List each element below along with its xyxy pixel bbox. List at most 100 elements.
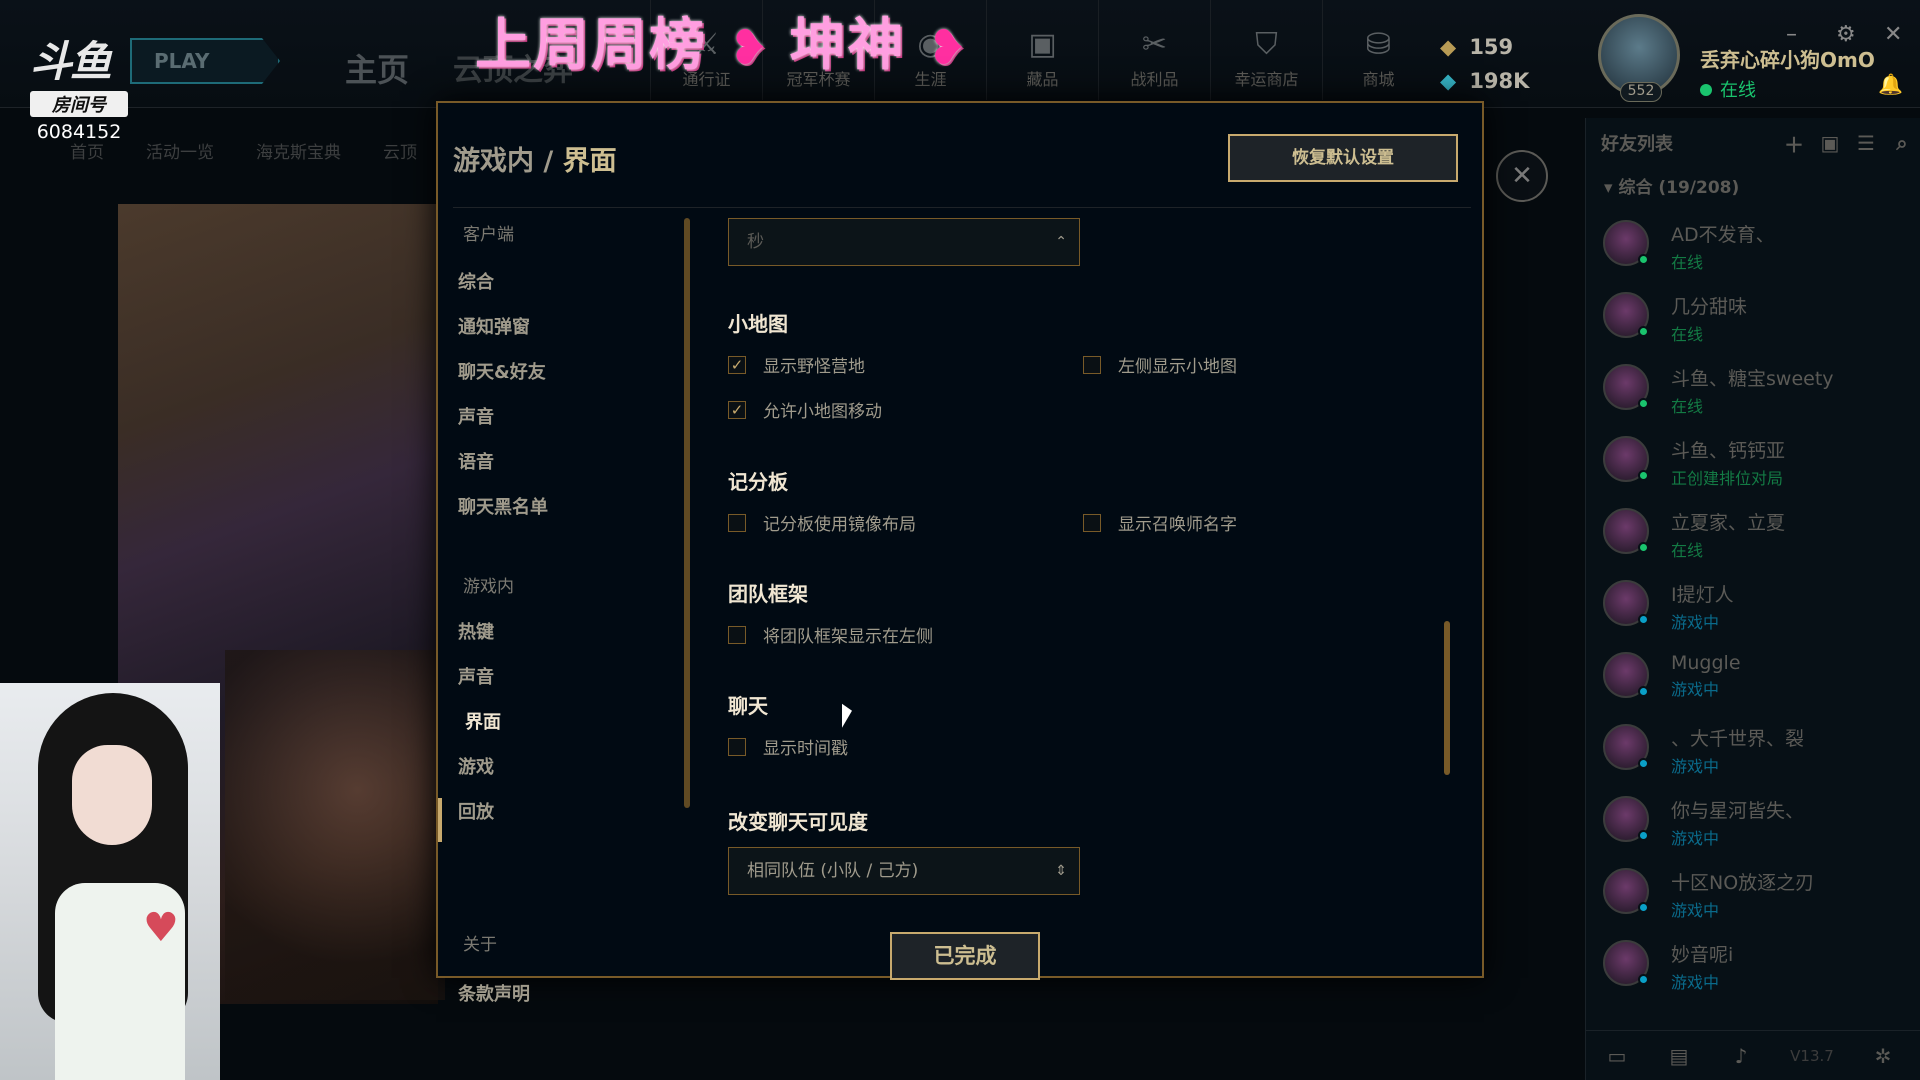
sidebar-item[interactable]: 回放 (458, 798, 494, 824)
checkbox-label: 允许小地图移动 (763, 402, 882, 422)
friend-list-item[interactable]: 妙音呢i 游戏中 (1586, 928, 1920, 1000)
sidebar-item[interactable]: 通知弹窗 (458, 313, 530, 339)
search-icon[interactable]: ⌕ (1884, 131, 1920, 155)
be-balance: ◆ 198K (1440, 64, 1529, 98)
show-timestamps-checkbox[interactable]: 显示时间戳 (728, 734, 848, 759)
team-frames-section-title: 团队框架 (728, 582, 808, 606)
minimize-icon[interactable]: – (1786, 22, 1797, 47)
dropdown-value: 秒 (747, 232, 764, 252)
sidebar-scrollbar[interactable] (684, 218, 690, 808)
nav-lucky-shop-button[interactable]: ⛉ 幸运商店 (1210, 0, 1322, 100)
friend-status: 游戏中 (1671, 973, 1720, 992)
minimap-left-checkbox[interactable]: 左侧显示小地图 (1083, 352, 1237, 377)
friend-list-item[interactable]: I提灯人 游戏中 (1586, 568, 1920, 640)
add-friend-icon[interactable]: ＋ (1776, 129, 1812, 158)
sidebar-item[interactable]: 语音 (458, 448, 494, 474)
nav-collection-button[interactable]: ▣ 藏品 (986, 0, 1098, 100)
settings-sidebar: 客户端 综合 通知弹窗 聊天&好友 声音 语音 聊天黑名单 游戏内 热键 声音 界面 游戏 回放 关于 条款… (438, 208, 678, 1005)
done-button[interactable]: 已完成 (890, 932, 1040, 980)
nav-home[interactable]: 主页 (345, 45, 409, 91)
sidebar-item[interactable]: 游戏 (458, 753, 494, 779)
store-icon: ⛁ (1365, 27, 1392, 62)
microphone-icon[interactable]: ♪ (1710, 1044, 1772, 1068)
currency-display[interactable]: ◆ 159 ◆ 198K (1440, 30, 1529, 98)
friend-list-item[interactable]: 几分甜味 在线 (1586, 280, 1920, 352)
friend-status: 正创建排位对局 (1671, 469, 1784, 488)
nav-store-button[interactable]: ⛁ 商城 (1322, 0, 1434, 100)
friend-list-item[interactable]: 斗鱼、钙钙亚 正创建排位对局 (1586, 424, 1920, 496)
reset-defaults-button[interactable]: 恢复默认设置 (1228, 134, 1458, 182)
minimap-section-title: 小地图 (728, 312, 788, 336)
play-button[interactable]: PLAY (130, 38, 280, 84)
friend-status: 游戏中 (1671, 829, 1720, 848)
checkbox-label: 显示时间戳 (763, 739, 848, 759)
chevron-updown-icon: ⌃ (1055, 234, 1067, 250)
friend-list-item[interactable]: 你与星河皆失、 游戏中 (1586, 784, 1920, 856)
friend-name: 你与星河皆失、 (1671, 800, 1805, 822)
sidebar-item[interactable]: 聊天黑名单 (458, 493, 548, 519)
close-icon[interactable]: ✕ (1884, 22, 1902, 47)
friends-header: 好友列表 ＋ ▣ ☰ ⌕ (1586, 118, 1920, 168)
sidebar-item[interactable]: 声音 (458, 663, 494, 689)
checkbox-label: 将团队框架显示在左侧 (763, 627, 933, 647)
friend-list-item[interactable]: Muggle 游戏中 (1586, 640, 1920, 712)
stream-overlay-title: 上周周榜 ❥ 坤神 ❥ (475, 0, 969, 78)
time-format-dropdown[interactable]: 秒 ⌃ (728, 218, 1080, 266)
douyu-logo: 斗鱼 房间号 6084152 (30, 28, 135, 143)
nav-icon-label: 商城 (1362, 70, 1395, 89)
friend-status: 游戏中 (1671, 901, 1720, 920)
loot-icon: ✂ (1141, 27, 1168, 62)
sub-nav-item[interactable]: 首页 (70, 143, 104, 163)
profile-card[interactable]: 552 丢弃心碎小狗OmO 在线 – ⚙ ✕ 🔔 (1598, 14, 1920, 104)
friend-list-item[interactable]: 十区NO放逐之刃 游戏中 (1586, 856, 1920, 928)
sub-nav-item[interactable]: 活动一览 (146, 143, 214, 163)
nav-loot-button[interactable]: ✂ 战利品 (1098, 0, 1210, 100)
sub-nav-item[interactable]: 云顶 (383, 143, 417, 163)
friend-name: AD不发育、 (1671, 224, 1775, 246)
checkbox-label: 记分板使用镜像布局 (763, 515, 916, 535)
breadcrumb-parent[interactable]: 游戏内 (453, 146, 534, 177)
sidebar-item[interactable]: 界面 (465, 708, 501, 734)
chat-visibility-dropdown[interactable]: 相同队伍 (小队 / 己方) ⇕ (728, 847, 1080, 895)
status-dot-icon (1638, 542, 1649, 553)
bell-icon[interactable]: 🔔 (1878, 72, 1903, 96)
help-icon[interactable]: ✲ (1852, 1044, 1914, 1068)
friend-list-item[interactable]: 斗鱼、糖宝sweety 在线 (1586, 352, 1920, 424)
friend-name: 几分甜味 (1671, 296, 1748, 318)
chat-icon[interactable]: ▭ (1586, 1044, 1648, 1068)
sidebar-item[interactable]: 聊天&好友 (458, 358, 546, 384)
friend-name: 斗鱼、钙钙亚 (1671, 440, 1786, 462)
sidebar-item[interactable]: 综合 (458, 268, 494, 294)
close-settings-icon[interactable]: ✕ (1496, 150, 1548, 202)
breadcrumb-current: 界面 (562, 146, 617, 177)
friend-name: I提灯人 (1671, 584, 1734, 606)
checkbox-checked-icon: ✓ (728, 355, 746, 374)
status-dot-icon (1638, 326, 1649, 337)
friend-name: 十区NO放逐之刃 (1671, 872, 1815, 894)
sidebar-item[interactable]: 声音 (458, 403, 494, 429)
content-scrollbar[interactable] (1444, 621, 1450, 775)
list-icon[interactable]: ☰ (1848, 131, 1884, 155)
team-frames-left-checkbox[interactable]: 将团队框架显示在左侧 (728, 622, 933, 647)
friend-group-label: 综合 (19/208) (1618, 178, 1740, 198)
sub-nav-item[interactable]: 海克斯宝典 (256, 143, 341, 163)
show-jungle-camps-checkbox[interactable]: ✓ 显示野怪营地 (728, 352, 865, 377)
add-folder-icon[interactable]: ▣ (1812, 131, 1848, 155)
friend-list-item[interactable]: AD不发育、 在线 (1586, 208, 1920, 280)
active-indicator (438, 798, 442, 842)
friend-list-item[interactable]: 、大千世界、裂 游戏中 (1586, 712, 1920, 784)
friends-title: 好友列表 (1601, 134, 1673, 155)
sidebar-item[interactable]: 条款声明 (458, 980, 530, 1006)
allow-minimap-drag-checkbox[interactable]: ✓ 允许小地图移动 (728, 397, 882, 422)
missions-icon[interactable]: ▤ (1648, 1044, 1710, 1068)
sidebar-item[interactable]: 热键 (458, 618, 494, 644)
checkbox-checked-icon: ✓ (728, 400, 746, 419)
show-summoner-names-checkbox[interactable]: 显示召唤师名字 (1083, 510, 1237, 535)
status-dot-icon (1638, 830, 1649, 841)
settings-modal: 游戏内 / 界面 恢复默认设置 客户端 综合 通知弹窗 聊天&好友 声音 语音 聊天黑名单游… (436, 101, 1484, 1005)
gear-icon[interactable]: ⚙ (1836, 22, 1856, 47)
friend-list-item[interactable]: 立夏家、立夏 在线 (1586, 496, 1920, 568)
user-status[interactable]: 在线 (1700, 76, 1756, 102)
scoreboard-mirror-checkbox[interactable]: 记分板使用镜像布局 (728, 510, 916, 535)
friend-group-header[interactable]: ▾ 综合 (19/208) (1586, 168, 1920, 208)
